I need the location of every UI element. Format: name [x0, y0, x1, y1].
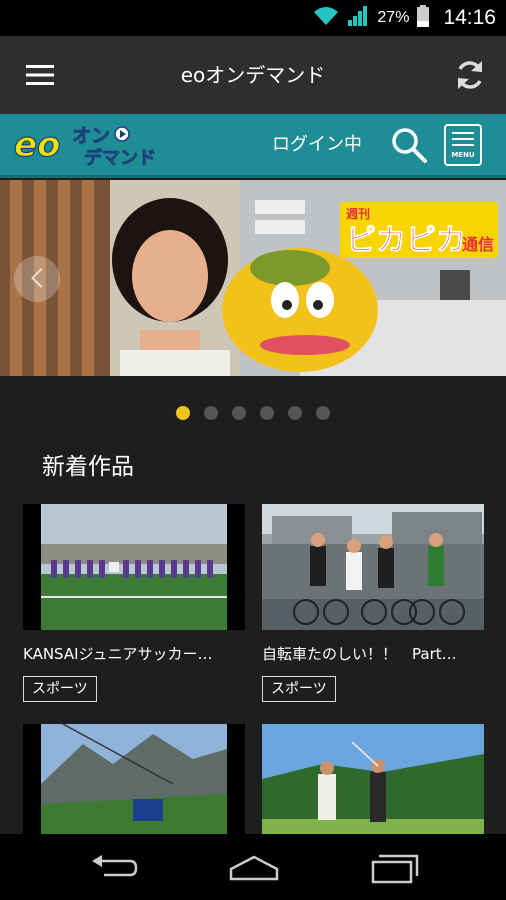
card-thumbnail[interactable]	[23, 724, 245, 850]
card-thumbnail[interactable]	[23, 504, 245, 630]
logo-demand-text: デマンド	[84, 147, 156, 169]
battery-icon	[417, 5, 430, 31]
featured-banner[interactable]: 週刊 ピカピカ 通信	[0, 180, 506, 376]
card-title: 自転車たのしい！！ Part…	[262, 645, 457, 663]
recent-apps-icon[interactable]	[364, 848, 424, 888]
card-thumbnail[interactable]	[262, 504, 484, 630]
carousel-dot[interactable]	[176, 406, 190, 420]
system-nav-bar	[0, 834, 506, 900]
eo-on-demand-logo[interactable]: eo オン デマンド	[12, 120, 177, 170]
search-icon[interactable]	[390, 126, 428, 164]
logo-on-text: オン	[72, 125, 110, 147]
card-title: KANSAIジュニアサッカー…	[23, 645, 213, 663]
login-status[interactable]: ログイン中	[272, 114, 362, 176]
card-thumbnail[interactable]	[262, 724, 484, 850]
wifi-icon	[313, 6, 339, 30]
clock: 14:16	[443, 6, 496, 29]
banner-title-end: 通信	[462, 235, 494, 254]
carousel-dot[interactable]	[204, 406, 218, 420]
carousel-indicator	[0, 406, 506, 420]
app-bar: eoオンデマンド	[0, 36, 506, 114]
status-bar: 27% 14:16	[0, 0, 506, 36]
home-icon[interactable]	[224, 848, 284, 888]
menu-button[interactable]: MENU	[444, 124, 482, 166]
banner-title-main: ピカピカ	[346, 223, 466, 258]
battery-percentage: 27%	[377, 9, 410, 26]
section-title: 新着作品	[42, 454, 134, 480]
carousel-dot[interactable]	[232, 406, 246, 420]
carousel-dot[interactable]	[288, 406, 302, 420]
back-icon[interactable]	[84, 848, 144, 888]
brand-bar: eo オン デマンド ログイン中 MENU	[0, 114, 506, 178]
carousel-dot[interactable]	[260, 406, 274, 420]
carousel-dot[interactable]	[316, 406, 330, 420]
category-tag[interactable]: スポーツ	[262, 676, 336, 702]
refresh-icon[interactable]	[448, 54, 492, 96]
banner-title-small: 週刊	[346, 206, 370, 221]
menu-label: MENU	[451, 151, 475, 159]
category-tag[interactable]: スポーツ	[23, 676, 97, 702]
carousel-prev-button[interactable]	[14, 256, 60, 302]
logo-eo-text: eo	[14, 125, 60, 165]
app-title: eoオンデマンド	[180, 63, 326, 87]
signal-icon	[347, 5, 369, 31]
